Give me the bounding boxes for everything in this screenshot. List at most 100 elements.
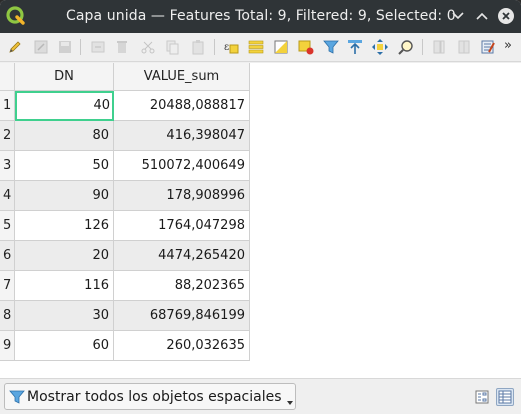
chevron-up-icon	[476, 12, 488, 20]
select-by-expression-button[interactable]: ε	[221, 37, 241, 57]
table-row[interactable]: 1 40 20488,088817	[0, 91, 250, 121]
field-calculator-button[interactable]	[478, 37, 498, 57]
table-cell-dn[interactable]: 50	[15, 151, 114, 181]
table-row[interactable]: 9 60 260,032635	[0, 331, 250, 361]
table-corner[interactable]	[0, 63, 15, 91]
column-header-dn[interactable]: DN	[15, 63, 114, 91]
save-edits-button[interactable]	[55, 37, 75, 57]
row-header[interactable]: 3	[0, 151, 15, 181]
table-cell-dn[interactable]: 40	[15, 91, 114, 121]
close-icon	[498, 8, 514, 24]
table-cell-value-sum[interactable]: 20488,088817	[114, 91, 250, 121]
filter-icon	[9, 390, 25, 404]
delete-icon	[117, 41, 127, 53]
multi-edit-button[interactable]	[31, 37, 51, 57]
table-row[interactable]: 6 20 4474,265420	[0, 241, 250, 271]
table-row[interactable]: 7 116 88,202365	[0, 271, 250, 301]
copy-icon	[166, 40, 179, 55]
row-header[interactable]: 9	[0, 331, 15, 361]
table-cell-value-sum[interactable]: 178,908996	[114, 181, 250, 211]
cut-button[interactable]	[138, 37, 158, 57]
toolbar: ε »	[0, 33, 521, 62]
table-cell-value-sum[interactable]: 260,032635	[114, 331, 250, 361]
dropdown-arrow-icon	[287, 401, 293, 405]
delete-field-button[interactable]	[454, 37, 474, 57]
paste-button[interactable]	[188, 37, 208, 57]
invert-selection-icon	[274, 40, 288, 54]
table-row[interactable]: 5 126 1764,047298	[0, 211, 250, 241]
form-view-button[interactable]	[473, 388, 491, 406]
pan-to-selection-icon	[372, 39, 388, 55]
row-header[interactable]: 4	[0, 181, 15, 211]
maximize-button[interactable]	[472, 6, 492, 26]
row-header[interactable]: 7	[0, 271, 15, 301]
row-header[interactable]: 8	[0, 301, 15, 331]
copy-button[interactable]	[162, 37, 182, 57]
save-icon	[59, 41, 71, 53]
form-view-icon	[475, 390, 489, 404]
field-calculator-icon	[481, 40, 495, 54]
table-cell-dn[interactable]: 90	[15, 181, 114, 211]
reload-icon	[91, 41, 105, 53]
table-cell-value-sum[interactable]: 88,202365	[114, 271, 250, 301]
deselect-all-icon	[298, 40, 314, 55]
move-selection-to-top-button[interactable]	[345, 37, 365, 57]
table-cell-value-sum[interactable]: 416,398047	[114, 121, 250, 151]
delete-field-icon	[458, 40, 470, 54]
svg-text:ε: ε	[224, 42, 229, 53]
table-cell-dn[interactable]: 60	[15, 331, 114, 361]
invert-selection-button[interactable]	[271, 37, 291, 57]
row-header[interactable]: 2	[0, 121, 15, 151]
title-bar: Capa unida — Features Total: 9, Filtered…	[0, 0, 521, 33]
move-to-top-icon	[348, 40, 362, 54]
select-expression-icon: ε	[224, 42, 239, 54]
zoom-to-selection-button[interactable]	[396, 37, 416, 57]
minimize-button[interactable]	[448, 6, 468, 26]
row-header[interactable]: 1	[0, 91, 15, 121]
chevron-down-icon	[452, 12, 464, 20]
column-header-value-sum[interactable]: VALUE_sum	[114, 63, 250, 91]
table-cell-dn[interactable]: 30	[15, 301, 114, 331]
table-row[interactable]: 4 90 178,908996	[0, 181, 250, 211]
table-cell-dn[interactable]: 20	[15, 241, 114, 271]
filter-select-button[interactable]	[321, 37, 341, 57]
cut-icon	[141, 41, 155, 54]
table-view-icon	[498, 390, 512, 404]
table-cell-dn[interactable]: 116	[15, 271, 114, 301]
toolbar-overflow-button[interactable]: »	[504, 38, 512, 53]
table-cell-dn[interactable]: 80	[15, 121, 114, 151]
table-cell-value-sum[interactable]: 1764,047298	[114, 211, 250, 241]
bottom-bar: Mostrar todos los objetos espaciales	[0, 378, 521, 414]
deselect-all-button[interactable]	[296, 37, 316, 57]
table-cell-value-sum[interactable]: 510072,400649	[114, 151, 250, 181]
delete-feature-button[interactable]	[112, 37, 132, 57]
table-view-button[interactable]	[496, 388, 514, 406]
qgis-logo-icon	[6, 6, 25, 25]
select-all-icon	[248, 40, 264, 54]
feature-filter-label: Mostrar todos los objetos espaciales	[27, 389, 282, 405]
feature-filter-dropdown[interactable]: Mostrar todos los objetos espaciales	[4, 383, 296, 410]
table-row[interactable]: 3 50 510072,400649	[0, 151, 250, 181]
window-title: Capa unida — Features Total: 9, Filtered…	[66, 8, 456, 24]
new-field-icon	[433, 40, 445, 54]
pan-to-selection-button[interactable]	[370, 37, 390, 57]
attribute-table[interactable]: DN VALUE_sum 1 40 20488,088817 2 80 416,…	[0, 63, 521, 378]
table-cell-value-sum[interactable]: 4474,265420	[114, 241, 250, 271]
pencil-icon	[9, 41, 21, 53]
multi-edit-icon	[34, 40, 48, 54]
row-header[interactable]: 6	[0, 241, 15, 271]
attribute-table-window: Capa unida — Features Total: 9, Filtered…	[0, 0, 521, 414]
new-field-button[interactable]	[429, 37, 449, 57]
table-row[interactable]: 2 80 416,398047	[0, 121, 250, 151]
table-cell-dn[interactable]: 126	[15, 211, 114, 241]
close-button[interactable]	[496, 6, 516, 26]
select-all-button[interactable]	[246, 37, 266, 57]
filter-icon	[323, 40, 339, 54]
zoom-to-selection-icon	[398, 40, 413, 55]
paste-icon	[192, 40, 204, 55]
row-header[interactable]: 5	[0, 211, 15, 241]
toggle-editing-button[interactable]	[5, 37, 25, 57]
reload-button[interactable]	[88, 37, 108, 57]
table-cell-value-sum[interactable]: 68769,846199	[114, 301, 250, 331]
table-row[interactable]: 8 30 68769,846199	[0, 301, 250, 331]
